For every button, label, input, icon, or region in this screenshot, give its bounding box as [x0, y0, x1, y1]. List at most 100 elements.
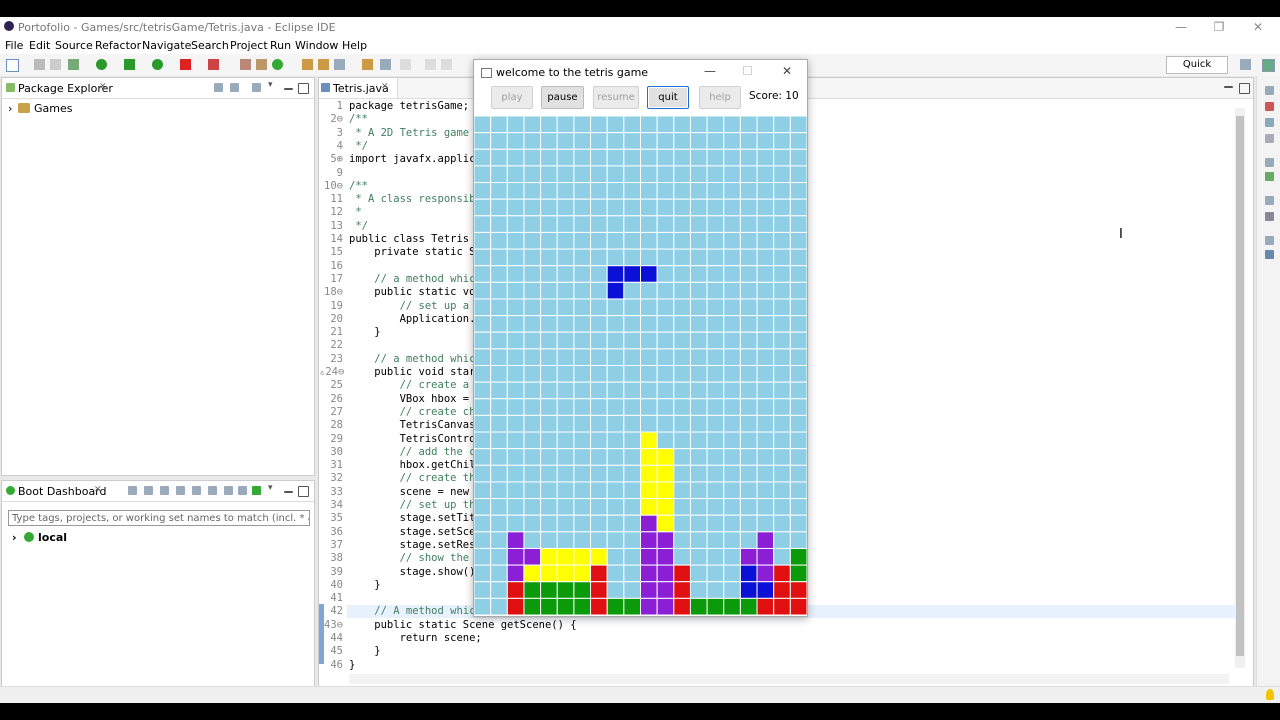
pin-editor-icon[interactable]	[441, 59, 452, 70]
search-icon[interactable]	[334, 59, 345, 70]
menu-navigate[interactable]: Navigate	[142, 39, 191, 52]
forward-icon[interactable]	[425, 59, 436, 70]
back-icon[interactable]	[400, 59, 411, 70]
minimize-view-icon[interactable]	[284, 88, 293, 90]
menu-help[interactable]: Help	[342, 39, 367, 52]
menu-project[interactable]: Project	[230, 39, 268, 52]
open-task-icon[interactable]	[318, 59, 329, 70]
minimize-view-icon[interactable]	[284, 491, 293, 493]
menu-file[interactable]: File	[5, 39, 23, 52]
open-type-icon[interactable]	[302, 59, 313, 70]
save-icon[interactable]	[34, 59, 45, 70]
expose-icon[interactable]	[238, 486, 247, 495]
close-icon[interactable]: ✕	[381, 82, 389, 92]
menu-refactor[interactable]: Refactor	[95, 39, 141, 52]
board-cell-block	[590, 547, 608, 566]
show-properties-icon[interactable]	[224, 486, 233, 495]
debug-icon[interactable]	[68, 59, 79, 70]
console-icon[interactable]	[1265, 212, 1274, 221]
stop-icon[interactable]	[160, 486, 169, 495]
view-menu-icon[interactable]: ▾	[268, 80, 277, 90]
external-tools-icon[interactable]	[124, 59, 135, 70]
open-perspective-icon[interactable]	[1240, 59, 1251, 70]
open-browser-icon[interactable]	[176, 486, 185, 495]
quit-button[interactable]: quit	[647, 86, 689, 109]
boot-dashboard-filter-input[interactable]: Type tags, projects, or working set name…	[8, 510, 310, 526]
new-icon[interactable]	[6, 59, 19, 72]
debug-icon[interactable]	[144, 486, 153, 495]
restore-view-icon[interactable]	[1265, 158, 1274, 167]
restore-view-icon[interactable]	[1265, 196, 1274, 205]
menu-window[interactable]: Window	[295, 39, 338, 52]
board-cell-empty	[623, 531, 642, 549]
close-icon[interactable]: ✕	[94, 485, 102, 495]
board-cell-empty	[474, 398, 492, 416]
board-cell-empty	[756, 448, 775, 466]
tip-lightbulb-icon[interactable]	[1266, 689, 1274, 700]
menu-search[interactable]: Search	[191, 39, 229, 52]
relaunch-icon[interactable]	[208, 59, 219, 70]
restore-view-icon[interactable]	[1265, 86, 1274, 95]
spring-explorer-icon[interactable]	[1265, 172, 1274, 181]
line-number: 45	[330, 645, 343, 658]
expand-arrow-icon[interactable]: ›	[12, 531, 17, 544]
restore-window-button[interactable]: ❐	[1204, 18, 1234, 36]
menu-run[interactable]: Run	[270, 39, 291, 52]
run-icon[interactable]	[96, 59, 107, 70]
close-icon[interactable]: ✕	[99, 82, 107, 92]
scrollbar-thumb[interactable]	[1236, 116, 1244, 656]
link-with-editor-icon[interactable]	[230, 83, 239, 92]
menu-edit[interactable]: Edit	[29, 39, 50, 52]
editor-tab-tetris-java[interactable]: Tetris.java ✕	[319, 78, 398, 98]
open-resource-icon[interactable]	[362, 59, 373, 70]
focus-icon[interactable]	[252, 83, 261, 92]
editor-horizontal-scrollbar[interactable]	[349, 674, 1229, 684]
tree-item-games[interactable]: › Games	[8, 102, 72, 115]
new-java-project-icon[interactable]	[240, 59, 251, 70]
tetris-board[interactable]	[474, 116, 807, 615]
outline-icon[interactable]	[1265, 118, 1274, 127]
task-list-icon[interactable]	[1265, 102, 1274, 111]
resume-button[interactable]: resume	[593, 86, 639, 109]
tree-item-local[interactable]: › local	[12, 531, 67, 544]
minimize-window-button[interactable]: —	[704, 64, 716, 78]
new-class-icon[interactable]	[272, 59, 283, 70]
javadoc-icon[interactable]	[1265, 134, 1274, 143]
coverage-icon[interactable]	[152, 59, 163, 70]
restore-view-icon[interactable]	[1265, 236, 1274, 245]
toggle-mark-occurrences-icon[interactable]	[380, 59, 391, 70]
help-button[interactable]: help	[699, 86, 741, 109]
menu-source[interactable]: Source	[55, 39, 93, 52]
collapse-all-icon[interactable]	[214, 83, 223, 92]
expand-arrow-icon[interactable]: ›	[8, 102, 12, 115]
terminate-icon[interactable]	[180, 59, 191, 70]
maximize-window-button[interactable]: ☐	[742, 64, 753, 78]
save-all-icon[interactable]	[50, 59, 61, 70]
view-menu-icon[interactable]: ▾	[268, 483, 277, 493]
package-explorer-tab[interactable]: Package Explorer ✕ ▾	[2, 78, 314, 99]
board-cell-empty	[523, 132, 542, 150]
board-cell-empty	[523, 398, 542, 416]
close-window-button[interactable]: ✕	[782, 64, 792, 78]
maximize-view-icon[interactable]	[298, 486, 309, 497]
hierarchy-icon[interactable]	[1265, 250, 1274, 259]
board-cell-block	[673, 564, 691, 583]
add-icon[interactable]	[252, 486, 261, 495]
board-cell-empty	[606, 464, 625, 483]
minimize-editor-icon[interactable]	[1224, 86, 1233, 88]
pause-button[interactable]: pause	[541, 86, 584, 109]
editor-vertical-scrollbar[interactable]	[1235, 108, 1245, 668]
new-package-icon[interactable]	[256, 59, 267, 70]
play-button[interactable]: play	[491, 86, 533, 109]
boot-dashboard-tab[interactable]: Boot Dashboard ✕ ▾	[2, 481, 314, 502]
maximize-view-icon[interactable]	[298, 83, 309, 94]
minimize-window-button[interactable]: —	[1166, 18, 1196, 36]
open-console-icon[interactable]	[192, 486, 201, 495]
board-cell-empty	[540, 431, 558, 450]
close-window-button[interactable]: ✕	[1243, 18, 1273, 36]
quick-access-field[interactable]: Quick Access	[1166, 56, 1228, 86]
start-icon[interactable]	[128, 486, 137, 495]
maximize-editor-icon[interactable]	[1239, 83, 1250, 94]
edit-icon[interactable]	[208, 486, 217, 495]
java-perspective-icon[interactable]	[1262, 59, 1275, 72]
